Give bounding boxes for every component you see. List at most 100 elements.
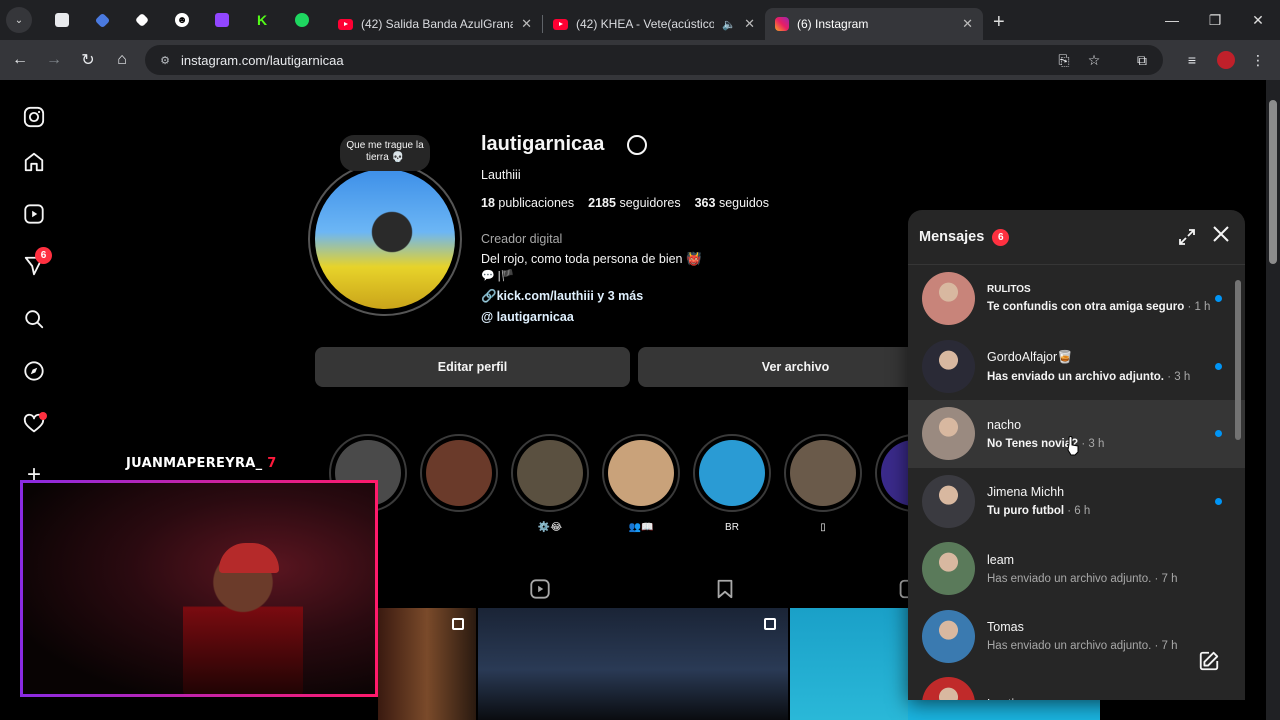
profile-avatar[interactable]: [1214, 48, 1238, 72]
settings-gear-icon[interactable]: [627, 135, 647, 155]
post-thumbnail[interactable]: [478, 608, 788, 720]
tab-youtube-1[interactable]: (42) Salida Banda AzulGrana an ✕: [328, 8, 542, 40]
restore-button[interactable]: ❐: [1193, 0, 1237, 40]
site-info-icon[interactable]: ⚙: [157, 52, 173, 68]
conversation-item[interactable]: leam Has enviado un archivo adjunto. · 7 …: [908, 535, 1245, 603]
close-icon[interactable]: ✕: [962, 16, 973, 32]
streamer-handle: JUANMAPEREYRA_: [126, 456, 263, 471]
bookmark-star-icon[interactable]: ☆: [1082, 48, 1106, 72]
browser-menu-icon[interactable]: ⋮: [1246, 48, 1270, 72]
following-stat[interactable]: 363 seguidos: [695, 196, 769, 210]
messages-nav-icon[interactable]: 6: [21, 247, 52, 279]
conversation-item[interactable]: GordoAlfajor🥃 Has enviado un archivo adju…: [908, 333, 1245, 401]
back-button[interactable]: ←: [4, 44, 36, 76]
scroll-thumb[interactable]: [1235, 280, 1241, 440]
address-bar[interactable]: ⚙ instagram.com/lautigarnicaa: [145, 45, 1163, 75]
message-time: · 6 h: [1067, 505, 1091, 518]
url-text: instagram.com/lautigarnicaa: [181, 52, 344, 68]
twitch-icon: [215, 13, 229, 27]
highlight-item[interactable]: [511, 434, 589, 512]
conversation-text: Jimena Michh Tu puro futbol · 6 h: [987, 485, 1217, 517]
pinned-tab-kick[interactable]: K: [242, 0, 282, 40]
tab-reels-icon[interactable]: [529, 578, 551, 605]
conversation-preview: Has enviado un archivo adjunto. · 7 h: [987, 573, 1217, 585]
search-icon[interactable]: [21, 306, 47, 332]
profile-avatar-image: [315, 169, 455, 309]
profile-note[interactable]: Que me trague la tierra 💀: [340, 135, 430, 171]
pinned-tab-music[interactable]: [282, 0, 322, 40]
last-message: Has enviado un archivo adjunto.: [987, 370, 1165, 383]
new-tab-button[interactable]: +: [993, 11, 1005, 34]
highlight-cover: [790, 440, 856, 506]
explore-icon[interactable]: [21, 358, 47, 384]
profile-tabs: [315, 578, 918, 606]
profile-link[interactable]: 🔗kick.com/lauthiii y 3 más: [481, 289, 643, 304]
tab-saved-icon[interactable]: [714, 578, 736, 605]
message-time: · 7 h: [1154, 640, 1178, 653]
close-icon[interactable]: [1211, 224, 1233, 246]
tab-search-button[interactable]: ⌄: [6, 7, 32, 33]
threads-link[interactable]: @ lautigarnicaa: [481, 310, 574, 324]
pinned-tab-twitch[interactable]: [202, 0, 242, 40]
install-app-icon[interactable]: ⎘: [1052, 48, 1076, 72]
conversation-name: Lauti: [987, 697, 1217, 700]
forward-button[interactable]: →: [38, 44, 70, 76]
expand-icon[interactable]: [1178, 228, 1196, 246]
tab-youtube-2[interactable]: (42) KHEA - Vete(acústico), 🔈 ✕: [543, 8, 765, 40]
pinned-tab-docs[interactable]: [42, 0, 82, 40]
messages-scrollbar[interactable]: [1234, 262, 1242, 692]
unread-dot: [1215, 497, 1222, 505]
profile-avatar-ring[interactable]: [308, 162, 462, 316]
conversation-text: leam Has enviado un archivo adjunto. · 7 …: [987, 553, 1217, 585]
post-thumbnail[interactable]: [790, 608, 908, 720]
highlight-item[interactable]: [420, 434, 498, 512]
edit-profile-button[interactable]: Editar perfil: [315, 347, 630, 387]
home-icon[interactable]: [21, 149, 47, 175]
pinned-tab-cube[interactable]: [122, 0, 162, 40]
pinned-tab-smiley[interactable]: ☻: [162, 0, 202, 40]
profile-bio-line2: 💬 |🏴: [481, 270, 515, 282]
following-count: 363: [694, 196, 716, 210]
page-scroll-thumb[interactable]: [1269, 100, 1277, 264]
tab-title: (6) Instagram: [797, 17, 869, 31]
close-icon[interactable]: ✕: [521, 16, 532, 32]
home-button[interactable]: ⌂: [106, 44, 138, 76]
conversation-name: Jimena Michh: [987, 485, 1065, 500]
post-thumbnail[interactable]: [908, 698, 1100, 720]
conversation-item[interactable]: nacho No Tenes novia? · 3 h: [908, 400, 1245, 468]
tab-instagram[interactable]: (6) Instagram ✕: [765, 8, 983, 40]
profile-username: lautigarnicaa: [481, 133, 605, 155]
highlight-item[interactable]: [784, 434, 862, 512]
close-window-button[interactable]: ✕: [1236, 0, 1280, 40]
profile-bio-line1: Del rojo, como toda persona de bien 👹: [481, 252, 702, 266]
pinned-tab-diamond[interactable]: [82, 0, 122, 40]
unread-dot: [1215, 362, 1222, 370]
media-control-icon[interactable]: ≡: [1180, 48, 1204, 72]
extensions-icon[interactable]: ⧉: [1130, 48, 1154, 72]
reload-button[interactable]: ↻: [72, 44, 104, 76]
highlight-item[interactable]: [693, 434, 771, 512]
view-archive-button[interactable]: Ver archivo: [638, 347, 953, 387]
notifications-heart-icon[interactable]: [21, 411, 47, 437]
smiley-icon: ☻: [175, 13, 189, 27]
minimize-button[interactable]: —: [1150, 0, 1194, 40]
youtube-icon: [553, 18, 568, 30]
highlight-label: ▯: [820, 522, 826, 533]
posts-count: 18: [481, 196, 495, 210]
avatar: [922, 542, 975, 596]
new-message-button[interactable]: [1188, 640, 1230, 682]
highlight-label: 👥📖: [628, 522, 654, 533]
conversation-item[interactable]: RULITOS Te confundis con otra amiga segur…: [908, 265, 1245, 333]
link-icon: 🔗: [481, 289, 497, 303]
reels-icon[interactable]: [21, 201, 47, 227]
music-icon: [295, 13, 309, 27]
speaker-icon[interactable]: 🔈: [722, 18, 736, 31]
page-scrollbar[interactable]: [1266, 80, 1280, 720]
conversation-item[interactable]: Jimena Michh Tu puro futbol · 6 h: [908, 468, 1245, 536]
highlight-item[interactable]: [602, 434, 680, 512]
instagram-logo-icon[interactable]: [21, 104, 47, 130]
threads-handle: lautigarnicaa: [496, 310, 574, 324]
close-icon[interactable]: ✕: [744, 16, 755, 32]
followers-count: 2185: [588, 196, 616, 210]
followers-stat[interactable]: 2185 seguidores: [588, 196, 680, 210]
